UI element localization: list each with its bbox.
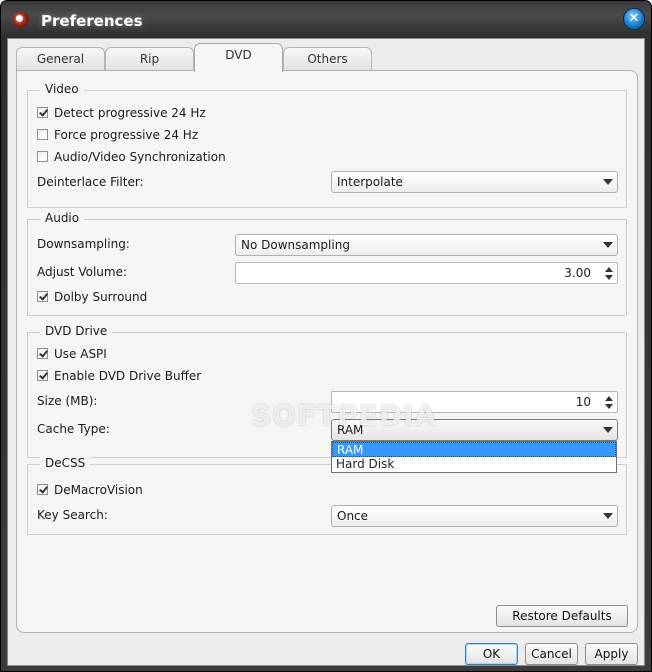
dvd-tab-panel: Video Detect progressive 24 Hz Force pro… [16,70,638,633]
spin-up-icon[interactable] [605,267,613,272]
adjust-volume-label: Adjust Volume: [37,265,127,279]
decss-group: DeCSS DeMacroVision Key Search: Once [27,456,627,535]
chevron-down-icon [603,513,613,519]
deinterlace-select[interactable]: Interpolate [331,171,618,193]
close-icon[interactable]: ✕ [623,8,645,30]
spin-down-icon[interactable] [605,404,613,409]
preferences-window: Preferences ✕ General Rip DVD Others Vid… [0,0,652,672]
app-icon [13,12,29,28]
spin-down-icon[interactable] [605,275,613,280]
cache-type-dropdown-list[interactable]: RAM Hard Disk [331,441,617,473]
decss-group-title: DeCSS [40,456,91,470]
cache-type-select[interactable]: RAM [331,419,618,441]
window-title: Preferences [41,12,143,30]
detect-progressive-checkbox[interactable]: Detect progressive 24 Hz [37,104,206,122]
chevron-down-icon [603,242,613,248]
downsampling-label: Downsampling: [37,237,130,251]
demacrovision-checkbox[interactable]: DeMacroVision [37,481,143,499]
enable-buffer-checkbox[interactable]: Enable DVD Drive Buffer [37,367,201,385]
checkbox-checked[interactable] [37,107,48,118]
checkbox-checked[interactable] [37,370,48,381]
tab-general[interactable]: General [16,47,105,71]
use-aspi-checkbox[interactable]: Use ASPI [37,345,107,363]
checkbox-checked[interactable] [37,484,48,495]
video-group-title: Video [40,82,84,96]
title-bar[interactable]: Preferences ✕ [1,1,651,39]
restore-defaults-button[interactable]: Restore Defaults [496,605,628,627]
checkbox-unchecked[interactable] [37,129,48,140]
video-group: Video Detect progressive 24 Hz Force pro… [27,82,627,208]
audio-group: Audio Downsampling: No Downsampling Adju… [27,211,627,316]
av-sync-checkbox[interactable]: Audio/Video Synchronization [37,148,226,166]
size-spinner[interactable]: 10 [331,391,618,413]
force-progressive-checkbox[interactable]: Force progressive 24 Hz [37,126,198,144]
apply-button[interactable]: Apply [585,643,638,665]
key-search-select[interactable]: Once [331,505,618,527]
checkbox-checked[interactable] [37,291,48,302]
cache-type-label: Cache Type: [37,422,110,436]
dialog-client-area: General Rip DVD Others Video Detect prog… [7,38,645,666]
dropdown-option-hard-disk[interactable]: Hard Disk [332,457,616,472]
size-label: Size (MB): [37,394,98,408]
checkbox-unchecked[interactable] [37,151,48,162]
chevron-down-icon [603,179,613,185]
key-search-label: Key Search: [37,508,108,522]
dvd-drive-group-title: DVD Drive [40,324,113,338]
dvd-drive-group: DVD Drive Use ASPI Enable DVD Drive Buff… [27,324,627,458]
adjust-volume-spinner[interactable]: 3.00 [235,262,618,284]
deinterlace-label: Deinterlace Filter: [37,175,144,189]
tab-dvd[interactable]: DVD [194,43,283,72]
dolby-surround-checkbox[interactable]: Dolby Surround [37,288,147,306]
audio-group-title: Audio [40,211,85,225]
downsampling-select[interactable]: No Downsampling [235,234,618,256]
chevron-down-icon [603,427,613,433]
tab-rip[interactable]: Rip [105,47,194,71]
ok-button[interactable]: OK [465,643,518,665]
dropdown-option-ram[interactable]: RAM [332,442,616,457]
spin-up-icon[interactable] [605,396,613,401]
tab-others[interactable]: Others [283,47,372,71]
checkbox-checked[interactable] [37,348,48,359]
cancel-button[interactable]: Cancel [525,643,578,665]
